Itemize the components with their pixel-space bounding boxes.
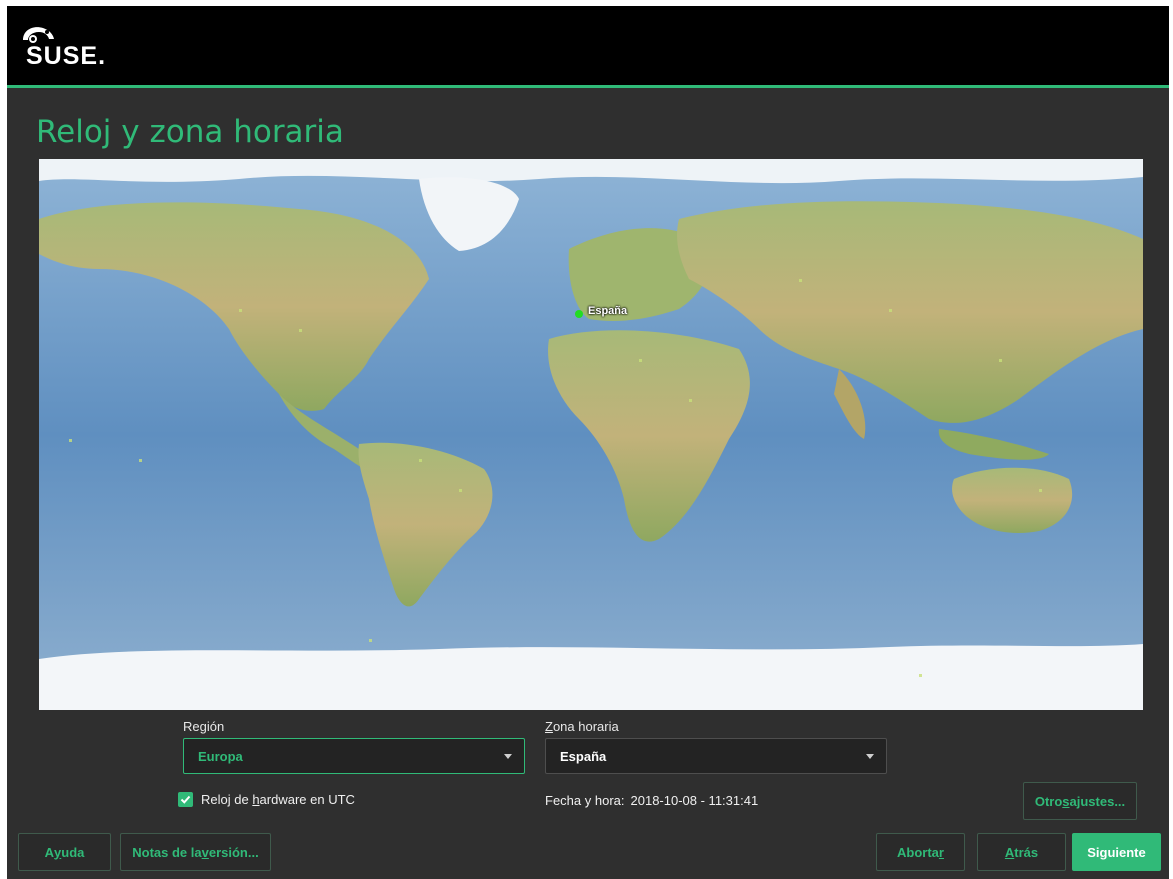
selected-location-marker[interactable]	[575, 310, 583, 318]
timezone-select[interactable]: España	[545, 738, 887, 774]
hardware-clock-utc-checkbox[interactable]	[178, 792, 193, 807]
selected-location-label: España	[588, 305, 628, 317]
region-label: Región	[183, 719, 225, 734]
date-time-value: 2018-10-08 - 11:31:41	[630, 793, 759, 808]
abort-button[interactable]: Aborta r	[876, 833, 965, 871]
header-bar: SUSE.	[7, 6, 1169, 88]
chevron-down-icon	[504, 754, 512, 759]
region-select-value: Europa	[198, 749, 243, 764]
timezone-label-rest: ona horaria	[552, 719, 619, 734]
world-map[interactable]: España	[39, 159, 1143, 710]
page-title: Reloj y zona horaria	[36, 114, 344, 150]
timezone-select-value: España	[560, 749, 607, 764]
release-notes-button[interactable]: Notas de la v ersión...	[120, 833, 271, 871]
back-button[interactable]: Atrás	[977, 833, 1066, 871]
other-settings-button[interactable]: Otro s ajustes...	[1023, 782, 1137, 820]
date-time-label: Fecha y hora:	[545, 793, 625, 808]
date-time-display: Fecha y hora: 2018-10-08 - 11:31:41	[545, 793, 758, 808]
region-select[interactable]: Europa	[183, 738, 525, 774]
world-map-graphic	[39, 159, 1143, 710]
installer-window: SUSE. Reloj y zona horaria España Región…	[7, 6, 1169, 879]
help-button[interactable]: Ay uda	[18, 833, 111, 871]
next-button[interactable]: Siguiente	[1072, 833, 1161, 871]
checkmark-icon	[180, 795, 191, 804]
chevron-down-icon	[866, 754, 874, 759]
hardware-clock-utc-label: Reloj de hardware en UTC	[201, 792, 355, 807]
logo-text: SUSE.	[26, 42, 107, 70]
timezone-label-mnemonic: Z	[545, 719, 553, 734]
timezone-label: Zona horaria	[545, 719, 619, 734]
